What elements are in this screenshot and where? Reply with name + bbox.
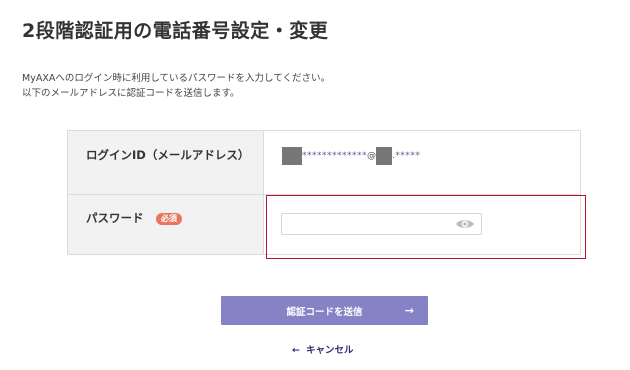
cancel-link[interactable]: ← キャンセル <box>292 342 353 356</box>
page-description: MyAXAへのログイン時に利用しているパスワードを入力してください。 以下のメー… <box>22 71 330 101</box>
arrow-right-icon: → <box>404 304 414 317</box>
masked-stars: ************* <box>302 151 367 161</box>
password-label: パスワード <box>86 211 144 225</box>
login-id-label-cell: ログインID（メールアドレス） <box>68 131 264 194</box>
send-code-label: 認証コードを送信 <box>286 307 363 318</box>
masked-stars: .***** <box>392 151 421 161</box>
login-id-value: ************* @ .***** <box>282 147 420 165</box>
description-line-1: MyAXAへのログイン時に利用しているパスワードを入力してください。 <box>22 73 330 84</box>
arrow-left-icon: ← <box>292 345 300 356</box>
password-input[interactable] <box>281 213 482 235</box>
login-id-label: ログインID（メールアドレス） <box>86 148 250 162</box>
required-badge: 必須 <box>156 213 182 225</box>
email-at-sign: @ <box>367 151 376 161</box>
password-label-cell: パスワード 必須 <box>68 195 264 254</box>
login-id-row: ログインID（メールアドレス） ************* @ .***** <box>68 131 580 195</box>
cancel-label: キャンセル <box>305 345 354 356</box>
eye-icon[interactable] <box>455 217 475 231</box>
masked-block <box>376 147 392 165</box>
send-code-button[interactable]: 認証コードを送信 → <box>221 296 428 325</box>
masked-block <box>282 147 302 165</box>
description-line-2: 以下のメールアドレスに認証コードを送信します。 <box>22 88 240 99</box>
page-title: 2段階認証用の電話番号設定・変更 <box>22 20 329 42</box>
